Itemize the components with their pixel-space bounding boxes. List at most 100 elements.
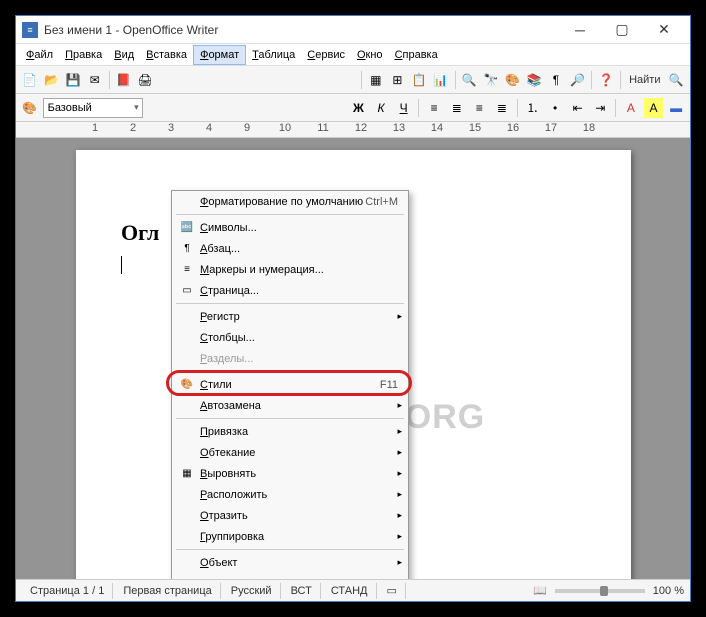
menu-правка[interactable]: Правка xyxy=(59,46,108,64)
zoom-icon[interactable]: 🔎 xyxy=(568,70,588,90)
menu-item-icon xyxy=(178,309,196,325)
list-bullet-icon[interactable]: • xyxy=(545,98,565,118)
menu-сервис[interactable]: Сервис xyxy=(301,46,351,64)
menu-item-label: Группировка xyxy=(200,531,402,543)
menu-item-label: Регистр xyxy=(200,311,402,323)
status-sel[interactable]: ▭ xyxy=(379,583,406,599)
menu-item[interactable]: Столбцы... xyxy=(172,327,408,348)
highlight-icon[interactable]: A xyxy=(644,98,664,118)
styles-icon[interactable]: 🎨 xyxy=(20,98,40,118)
menu-item-icon xyxy=(178,487,196,503)
doc-icon[interactable]: 📋 xyxy=(409,70,429,90)
find-toggle-icon[interactable]: 🔍 xyxy=(666,70,686,90)
align-center-icon[interactable]: ≣ xyxy=(447,98,467,118)
menu-item-icon: ▭ xyxy=(178,576,196,580)
list-num-icon[interactable]: ⒈ xyxy=(523,98,543,118)
menu-item-label: Автозамена xyxy=(200,400,402,412)
menu-item-icon: ¶ xyxy=(178,241,196,257)
ruler: 12349101112131415161718 xyxy=(16,122,690,138)
status-lang[interactable]: Русский xyxy=(223,583,281,599)
table-icon[interactable]: ▦ xyxy=(366,70,386,90)
source-icon[interactable]: 📚 xyxy=(524,70,544,90)
menu-item: Разделы... xyxy=(172,348,408,369)
italic-icon[interactable]: К xyxy=(371,98,391,118)
status-style[interactable]: Первая страница xyxy=(115,583,220,599)
pdf-icon[interactable]: 📕 xyxy=(114,70,134,90)
menu-таблица[interactable]: Таблица xyxy=(246,46,301,64)
menu-item-icon xyxy=(178,555,196,571)
menu-item[interactable]: Объект▸ xyxy=(172,552,408,573)
menu-item[interactable]: Обтекание▸ xyxy=(172,442,408,463)
menu-item[interactable]: Отразить▸ xyxy=(172,505,408,526)
menu-item[interactable]: Форматирование по умолчаниюCtrl+M xyxy=(172,191,408,212)
close-button[interactable]: ✕ xyxy=(644,19,684,41)
menu-item-shortcut: F11 xyxy=(380,379,402,391)
menu-item-icon: ≡ xyxy=(178,262,196,278)
menu-item-icon xyxy=(178,398,196,414)
print-icon[interactable]: 🖨 xyxy=(135,70,155,90)
menu-item[interactable]: Расположить▸ xyxy=(172,484,408,505)
status-ins[interactable]: ВСТ xyxy=(283,583,321,599)
font-color-icon[interactable]: A xyxy=(621,98,641,118)
submenu-arrow-icon: ▸ xyxy=(397,311,402,322)
menu-item[interactable]: Регистр▸ xyxy=(172,306,408,327)
nav-icon[interactable]: 🔭 xyxy=(481,70,501,90)
open-icon[interactable]: 📂 xyxy=(42,70,62,90)
chart-icon[interactable]: 📊 xyxy=(431,70,451,90)
grid-icon[interactable]: ⊞ xyxy=(388,70,408,90)
menu-item-label: Расположить xyxy=(200,489,402,501)
menu-item[interactable]: 🎨СтилиF11 xyxy=(172,374,408,395)
minimize-button[interactable]: ─ xyxy=(560,19,600,41)
gallery-icon[interactable]: 🎨 xyxy=(503,70,523,90)
status-mode[interactable]: СТАНД xyxy=(323,583,377,599)
zoom-value[interactable]: 100 % xyxy=(653,585,684,597)
menu-item: ▭ Врезка/Объект... xyxy=(172,573,408,579)
menu-item[interactable]: Группировка▸ xyxy=(172,526,408,547)
menu-item-icon xyxy=(178,330,196,346)
menu-item-label: Выровнять xyxy=(200,468,402,480)
menu-окно[interactable]: Окно xyxy=(351,46,389,64)
indent-inc-icon[interactable]: ⇥ xyxy=(591,98,611,118)
align-left-icon[interactable]: ≡ xyxy=(424,98,444,118)
align-justify-icon[interactable]: ≣ xyxy=(492,98,512,118)
menu-item-icon xyxy=(178,424,196,440)
submenu-arrow-icon: ▸ xyxy=(397,468,402,479)
menu-item-icon xyxy=(178,194,196,210)
save-icon[interactable]: 💾 xyxy=(63,70,83,90)
menu-item-icon: ▭ xyxy=(178,283,196,299)
menu-item[interactable]: Привязка▸ xyxy=(172,421,408,442)
menu-вставка[interactable]: Вставка xyxy=(140,46,193,64)
menu-item[interactable]: ¶Абзац... xyxy=(172,238,408,259)
email-icon[interactable]: ✉ xyxy=(85,70,105,90)
menu-файл[interactable]: Файл xyxy=(20,46,59,64)
menu-item-label: Отразить xyxy=(200,510,402,522)
window-title: Без имени 1 - OpenOffice Writer xyxy=(44,23,560,37)
help-icon[interactable]: ❓ xyxy=(596,70,616,90)
format-menu-dropdown: Форматирование по умолчаниюCtrl+M 🔤Символ… xyxy=(171,190,409,579)
nonprint-icon[interactable]: ¶ xyxy=(546,70,566,90)
bg-color-icon[interactable]: ▬ xyxy=(666,98,686,118)
indent-dec-icon[interactable]: ⇤ xyxy=(568,98,588,118)
bold-icon[interactable]: Ж xyxy=(349,98,369,118)
status-page[interactable]: Страница 1 / 1 xyxy=(22,583,113,599)
find-icon[interactable]: 🔍 xyxy=(460,70,480,90)
menu-формат[interactable]: Формат xyxy=(193,45,246,65)
menu-item[interactable]: ▭Страница... xyxy=(172,280,408,301)
zoom-slider[interactable] xyxy=(555,589,645,593)
document-area: Огл K-SDELAT.ORG Форматирование по умолч… xyxy=(16,138,690,579)
menu-вид[interactable]: Вид xyxy=(108,46,140,64)
submenu-arrow-icon: ▸ xyxy=(397,400,402,411)
maximize-button[interactable]: ▢ xyxy=(602,19,642,41)
menu-item[interactable]: Автозамена▸ xyxy=(172,395,408,416)
new-icon[interactable]: 📄 xyxy=(20,70,40,90)
style-combo[interactable]: Базовый xyxy=(43,98,143,118)
menu-справка[interactable]: Справка xyxy=(389,46,444,64)
align-right-icon[interactable]: ≡ xyxy=(470,98,490,118)
statusbar: Страница 1 / 1 Первая страница Русский В… xyxy=(16,579,690,601)
menu-item-label: Врезка/Объект... xyxy=(200,578,402,580)
menu-item[interactable]: ≡Маркеры и нумерация... xyxy=(172,259,408,280)
menu-item[interactable]: ▦Выровнять▸ xyxy=(172,463,408,484)
menu-item[interactable]: 🔤Символы... xyxy=(172,217,408,238)
underline-icon[interactable]: Ч xyxy=(394,98,414,118)
status-book-icon[interactable]: 📖 xyxy=(533,584,547,597)
